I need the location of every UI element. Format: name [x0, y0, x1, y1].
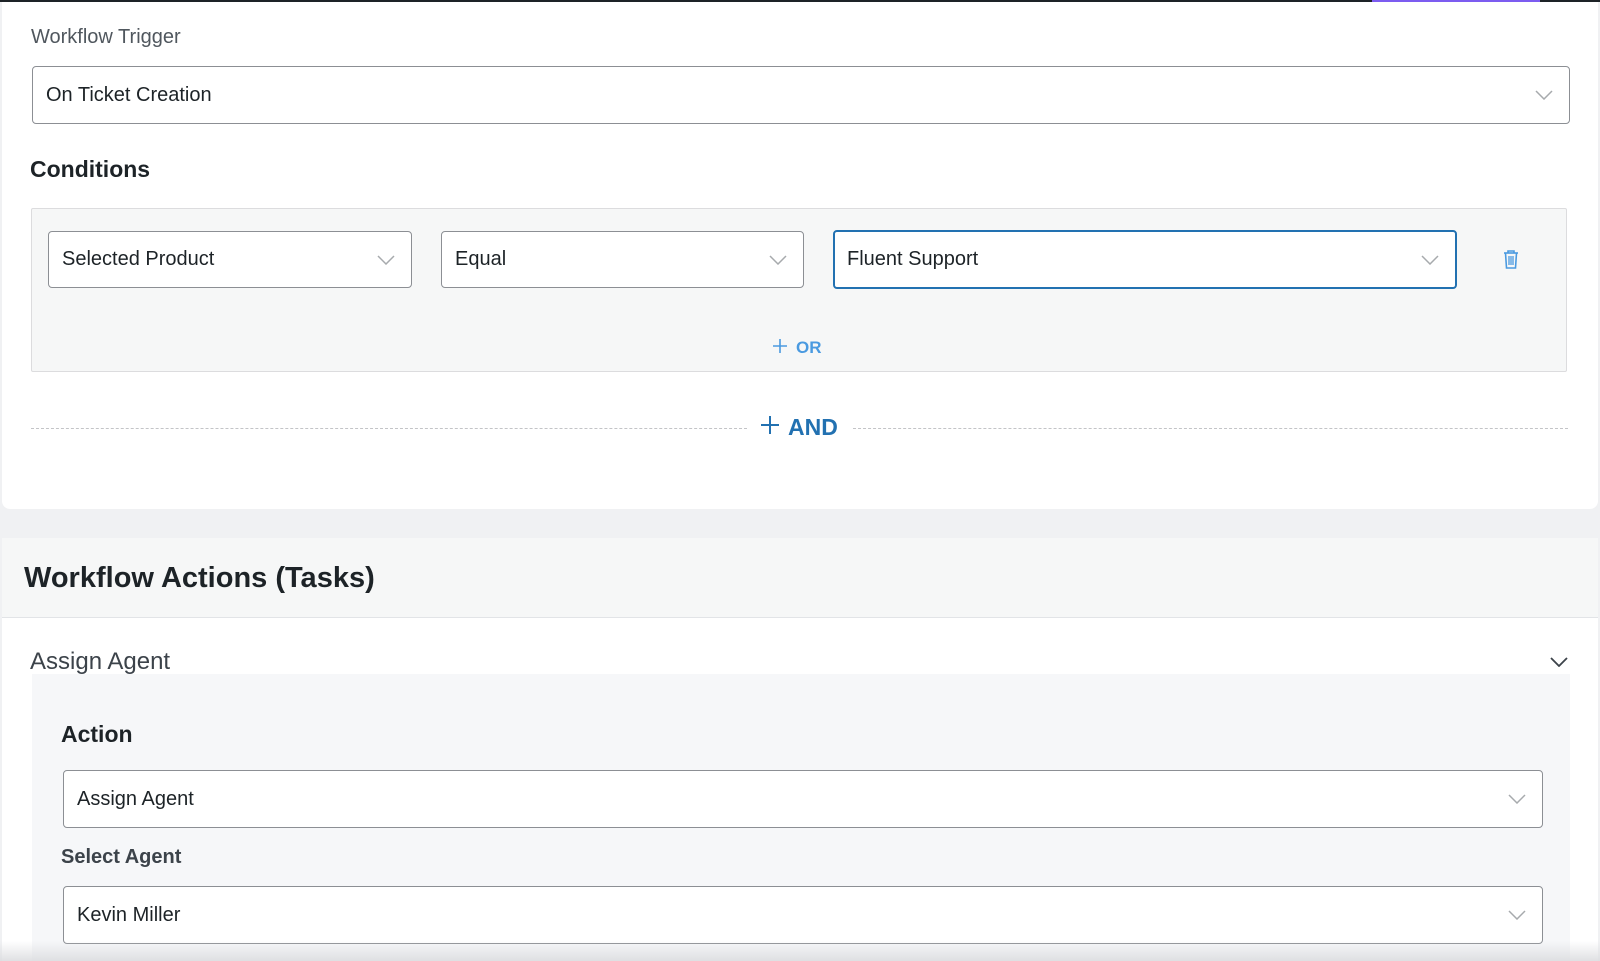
chevron-down-icon [1421, 254, 1439, 265]
chevron-down-icon [1535, 90, 1553, 100]
chevron-down-icon [769, 254, 787, 265]
action-type-select[interactable]: Assign Agent [63, 770, 1543, 828]
chevron-down-icon [1508, 910, 1526, 920]
condition-value-value: Fluent Support [847, 248, 979, 270]
divider-left [31, 428, 747, 429]
select-agent-label: Select Agent [61, 846, 182, 868]
divider-right [853, 428, 1568, 429]
plus-icon [772, 338, 788, 359]
add-or-condition-button[interactable]: OR [772, 337, 822, 359]
or-label: OR [796, 338, 822, 357]
and-label: AND [788, 413, 838, 440]
chevron-down-icon[interactable] [1550, 654, 1568, 668]
condition-operator-value: Equal [455, 248, 507, 270]
workflow-actions-header: Workflow Actions (Tasks) [2, 538, 1598, 618]
bottom-scroll-fade [0, 941, 1600, 961]
task-accordion-title[interactable]: Assign Agent [30, 648, 170, 676]
task-accordion-body: Action Assign Agent Select Agent Kevin M… [32, 674, 1570, 961]
workflow-actions-title: Workflow Actions (Tasks) [24, 562, 375, 594]
workflow-trigger-label: Workflow Trigger [31, 26, 181, 48]
delete-condition-trash-icon[interactable] [1501, 248, 1521, 270]
agent-select-value: Kevin Miller [77, 903, 181, 926]
agent-select[interactable]: Kevin Miller [63, 886, 1543, 944]
action-heading: Action [61, 721, 133, 747]
condition-field-select[interactable]: Selected Product [48, 231, 412, 288]
add-and-condition-button[interactable]: AND [760, 412, 838, 442]
workflow-actions-card: Assign Agent Action Assign Agent Select … [2, 618, 1598, 961]
action-type-value: Assign Agent [77, 787, 194, 810]
condition-value-select[interactable]: Fluent Support [833, 230, 1457, 289]
plus-icon [760, 414, 780, 441]
chevron-down-icon [377, 254, 395, 265]
workflow-trigger-value: On Ticket Creation [46, 83, 212, 106]
condition-operator-select[interactable]: Equal [441, 231, 804, 288]
conditions-heading: Conditions [30, 156, 151, 182]
chevron-down-icon [1508, 794, 1526, 804]
condition-field-value: Selected Product [62, 248, 215, 270]
workflow-trigger-select[interactable]: On Ticket Creation [32, 66, 1570, 124]
